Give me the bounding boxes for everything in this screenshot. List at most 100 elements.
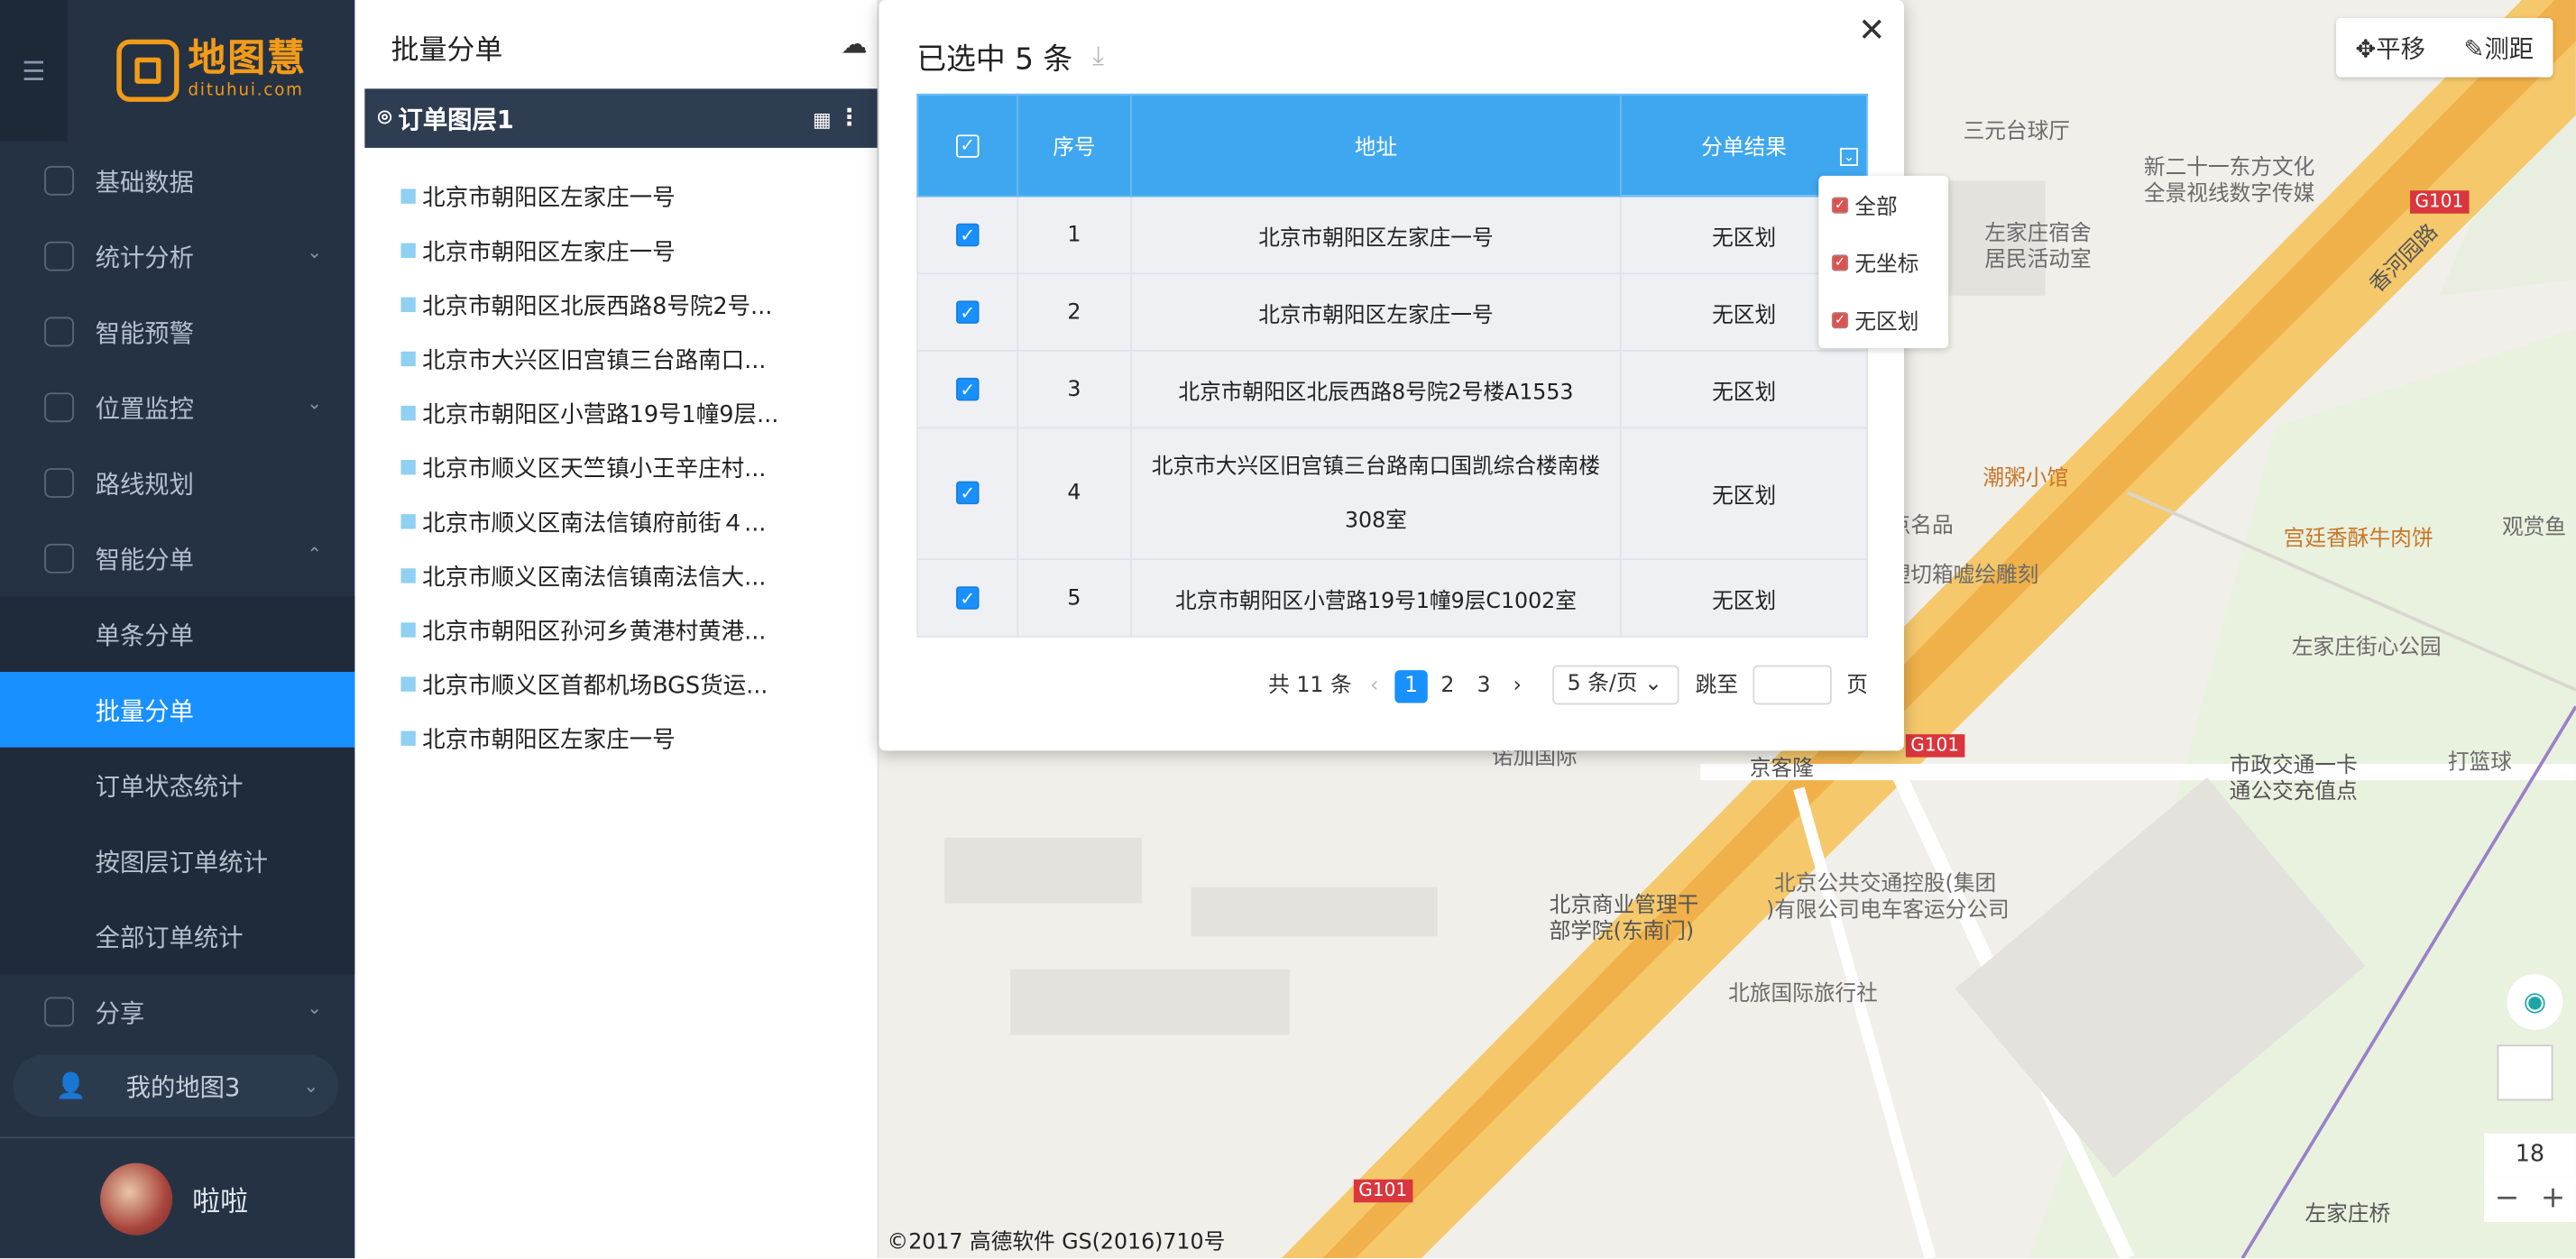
pan-button[interactable]: ✥平移 <box>2355 31 2425 65</box>
prev-page-icon[interactable]: ‹ <box>1370 666 1378 708</box>
filter-option-no-region[interactable]: ✓ 无区划 <box>1818 290 1948 348</box>
jump-input[interactable] <box>1753 665 1832 705</box>
list-item[interactable]: 北京市顺义区南法信镇南法信大... <box>400 548 795 602</box>
download-icon[interactable]: ⤓ <box>1092 40 1104 72</box>
sidebar-item-location[interactable]: 位置监控 ⌄ <box>0 370 354 446</box>
location-icon <box>44 392 74 423</box>
map-label: 市政交通一卡 <box>2229 754 2358 779</box>
checkbox-icon[interactable]: ✓ <box>955 377 980 400</box>
eye-icon[interactable]: ◉ <box>2507 974 2563 1031</box>
map-label: 北京公共交通控股(集团 <box>1774 872 1997 897</box>
table-row[interactable]: ✓ 4 北京市大兴区旧宫镇三台路南口国凯综合楼南楼308室 无区划 <box>916 427 1868 561</box>
checkbox-icon[interactable]: ✓ <box>1831 196 1849 213</box>
sidebar-item-share[interactable]: 分享 ⌄ <box>0 974 354 1050</box>
table-row[interactable]: ✓ 1 北京市朝阳区左家庄一号 无区划 <box>916 195 1868 275</box>
pin-icon: ⌾ <box>377 105 392 132</box>
list-item[interactable]: 北京市顺义区天竺镇小王辛庄村... <box>400 440 795 494</box>
chart-icon <box>44 241 74 271</box>
zoom-out-button[interactable]: − <box>2484 1176 2530 1222</box>
map-label: 北旅国际旅行社 <box>1728 982 1878 1007</box>
sidebar-item-route[interactable]: 路线规划 <box>0 446 354 521</box>
home-icon <box>44 165 74 196</box>
checkbox-icon[interactable]: ✓ <box>955 134 980 158</box>
more-icon[interactable]: ⋮ <box>838 106 860 132</box>
measure-button[interactable]: ✎测距 <box>2464 31 2535 65</box>
alert-icon <box>44 317 74 347</box>
map-label: 潮粥小馆 <box>1983 466 2069 492</box>
page-suffix: 页 <box>1846 673 1868 699</box>
table-row[interactable]: ✓ 3 北京市朝阳区北辰西路8号院2号楼A1553 无区划 <box>916 349 1868 429</box>
layer-name: 订单图层1 <box>398 104 514 134</box>
sidebar-sub-batch[interactable]: 批量分单 <box>0 671 355 748</box>
list-item[interactable]: 北京市朝阳区小营路19号1幢9层... <box>400 386 795 440</box>
page-2[interactable]: 2 <box>1440 666 1454 708</box>
zoom-in-button[interactable]: + <box>2530 1176 2576 1222</box>
menu-fold-icon[interactable]: ☰ <box>0 0 68 142</box>
list-item[interactable]: 北京市大兴区旧宫镇三台路南口... <box>400 332 795 386</box>
cloud-upload-icon[interactable]: ☁ <box>842 28 868 60</box>
checkbox-icon[interactable]: ✓ <box>1831 253 1849 271</box>
filter-option-no-coord[interactable]: ✓ 无坐标 <box>1818 234 1948 291</box>
chevron-down-icon: ⌄ <box>307 997 322 1019</box>
selection-modal: 已选中 5 条 ⤓ ✕ ✓ 序号 地址 分单结果 ⌄ ✓ 1 北京市朝阳区左家庄一… <box>879 0 1905 751</box>
close-icon[interactable]: ✕ <box>1858 10 1886 50</box>
map-copyright: ©2017 高德软件 GS(2016)710号 <box>887 1230 1226 1255</box>
layer-header[interactable]: ⌾ 订单图层1 ▦ ⋮ <box>364 88 878 148</box>
color-square <box>400 731 416 746</box>
list-item[interactable]: 北京市朝阳区孙河乡黄港村黄港... <box>400 602 795 657</box>
page-size-select[interactable]: 5 条/页 ⌄ <box>1552 665 1679 705</box>
logo[interactable]: 地图慧 dituhui.com <box>68 0 355 142</box>
filter-option-all[interactable]: ✓ 全部 <box>1818 176 1948 234</box>
table-row[interactable]: ✓ 5 北京市朝阳区小营路19号1幢9层C1002室 无区划 <box>916 558 1868 638</box>
highway-badge: G101 <box>2409 190 2469 214</box>
chevron-down-icon: ⌄ <box>307 392 322 414</box>
sidebar-item-dispatch[interactable]: 智能分单 ⌃ <box>0 520 354 596</box>
app-root: ☰ 地图慧 dituhui.com 基础数据 统计分析 ⌄ 智能预警 位置监控 ⌄ … <box>0 0 2576 1259</box>
checkbox-icon[interactable]: ✓ <box>955 299 980 323</box>
sidebar-item-alert[interactable]: 智能预警 <box>0 294 354 370</box>
checkbox-icon[interactable]: ✓ <box>955 222 980 246</box>
checkbox-icon[interactable]: ✓ <box>1831 311 1849 328</box>
user-profile[interactable]: 啦啦 <box>0 1138 354 1258</box>
sidebar-sub-all-stats[interactable]: 全部订单统计 <box>0 898 354 974</box>
filter-icon[interactable]: ⌄ <box>1839 147 1859 166</box>
chevron-down-icon: ⌄ <box>307 241 322 263</box>
sidebar-sub-single[interactable]: 单条分单 <box>0 596 354 672</box>
sidebar-sub-status-stats[interactable]: 订单状态统计 <box>0 748 354 823</box>
sidebar-item-stats[interactable]: 统计分析 ⌄ <box>0 218 354 294</box>
order-panel: 批量分单 ☁ ⌾ 订单图层1 ▦ ⋮ 北京市朝阳区左家庄一号 北京市朝阳区左家庄… <box>354 0 879 1259</box>
map-label: 左家庄宿舍 <box>1984 221 2092 247</box>
map-label: 京客隆 <box>1749 757 1814 782</box>
share-icon <box>44 997 74 1027</box>
list-item[interactable]: 北京市朝阳区北辰西路8号院2号... <box>400 278 795 332</box>
sidebar-header: ☰ 地图慧 dituhui.com <box>0 0 354 142</box>
list-item[interactable]: 北京市顺义区首都机场BGS货运... <box>400 657 795 712</box>
sidebar-item-basic-data[interactable]: 基础数据 <box>0 142 354 218</box>
jump-label: 跳至 <box>1695 673 1739 699</box>
checkbox-icon[interactable]: ✓ <box>955 585 980 609</box>
color-square <box>400 568 416 584</box>
select-all-header[interactable]: ✓ <box>916 93 1019 198</box>
sidebar-sub-layer-stats[interactable]: 按图层订单统计 <box>0 823 354 899</box>
chevron-up-icon: ⌃ <box>307 543 322 565</box>
minimap-icon[interactable] <box>2497 1044 2553 1101</box>
list-item[interactable]: 北京市朝阳区左家庄一号 <box>400 224 795 278</box>
list-item[interactable]: 北京市朝阳区左家庄一号 <box>400 712 795 766</box>
checkbox-icon[interactable]: ✓ <box>955 481 980 505</box>
next-page-icon[interactable]: › <box>1513 666 1522 708</box>
total-count: 共 11 条 <box>1268 673 1352 699</box>
page-1[interactable]: 1 <box>1394 670 1428 703</box>
color-square <box>400 243 416 258</box>
sidebar-menu: 基础数据 统计分析 ⌄ 智能预警 位置监控 ⌄ 路线规划 智能分单 ⌃ 单条分单 批量… <box>0 142 355 1050</box>
my-map-selector[interactable]: 👤 我的地图3 ⌄ <box>13 1054 339 1117</box>
grid-icon[interactable]: ▦ <box>813 108 832 131</box>
map-toolbar: ✥平移 ✎测距 <box>2336 18 2553 78</box>
list-item[interactable]: 北京市顺义区南法信镇府前街４... <box>400 494 795 548</box>
dispatch-submenu: 单条分单 批量分单 订单状态统计 按图层订单统计 全部订单统计 <box>0 596 355 975</box>
table-row[interactable]: ✓ 2 北京市朝阳区左家庄一号 无区划 <box>916 272 1868 352</box>
page-3[interactable]: 3 <box>1477 666 1490 708</box>
map-label: 宫廷香酥牛肉饼 <box>2283 527 2433 552</box>
column-header: 地址 <box>1129 93 1623 198</box>
chevron-down-icon: ⌄ <box>1644 671 1662 697</box>
list-item[interactable]: 北京市朝阳区左家庄一号 <box>400 170 795 224</box>
